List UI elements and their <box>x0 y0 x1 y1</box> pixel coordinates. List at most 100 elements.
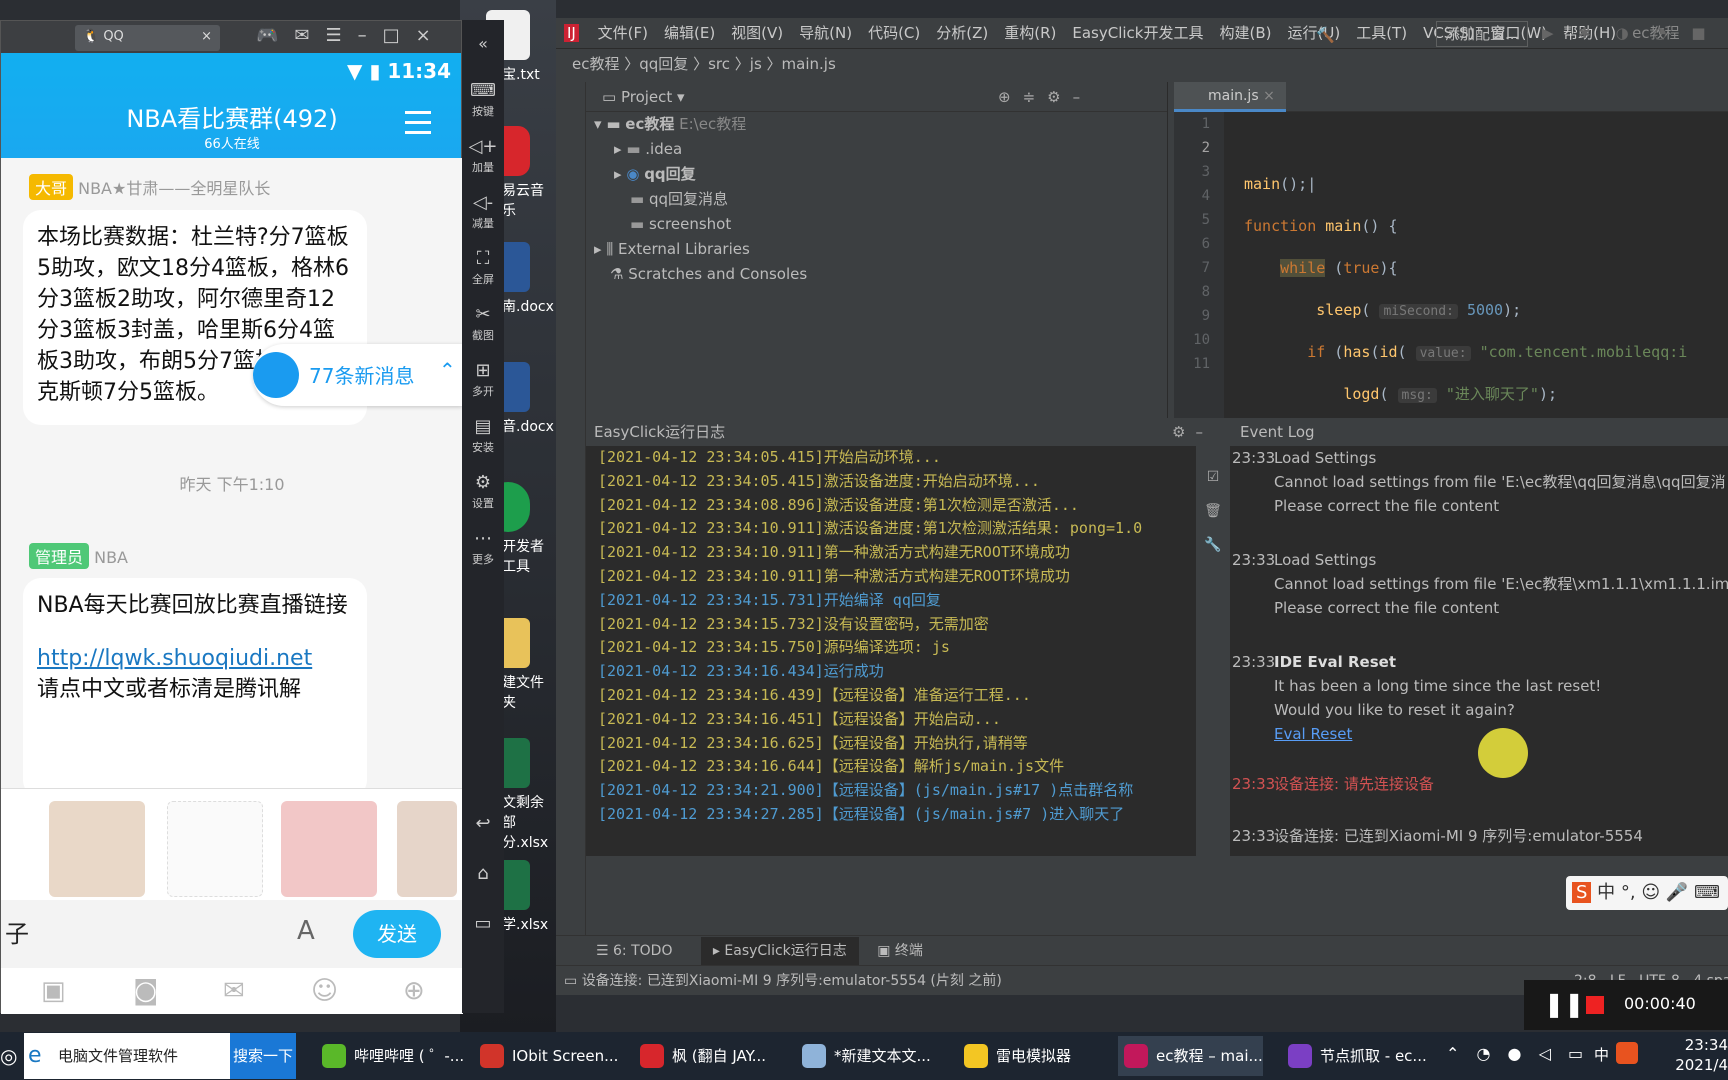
taskbar-item-ide[interactable]: ec教程 – mai... <box>1118 1036 1263 1076</box>
plus-icon[interactable]: ⊕ <box>403 976 425 1006</box>
menu-file[interactable]: 文件(F) <box>598 24 648 42</box>
tree-item[interactable]: ▬ qq回复消息 <box>586 187 1167 212</box>
log-side-tools: ☑ 🗑 🔧 <box>1196 446 1230 856</box>
log-line: [2021-04-12 23:34:05.415]激活设备进度:开始启动环境..… <box>598 471 1040 490</box>
side-tool-install[interactable]: ▤ 安装 <box>462 410 504 466</box>
tab-run-log[interactable]: ▸ EasyClick运行日志 <box>700 937 859 965</box>
recent-apps-icon[interactable]: ▭ <box>462 907 504 963</box>
ime-toolbar[interactable]: S 中 °, ☺ 🎤 ⌨ <box>1566 876 1728 910</box>
taskbar: ◎ e 电脑文件管理软件 搜索一下 哔哩哔哩 ( ゜-... IObit Scre… <box>0 1032 1728 1080</box>
run-log-header: EasyClick运行日志 ⚙– <box>586 418 1226 446</box>
taskbar-item-bilibili[interactable]: 哔哩哔哩 ( ゜-... <box>316 1036 464 1076</box>
folder-icon: ▬ <box>630 190 645 208</box>
side-tool-more[interactable]: ⋯ 更多 <box>462 522 504 578</box>
search-box[interactable]: e 电脑文件管理软件 <box>24 1033 230 1079</box>
side-tool-screenshot[interactable]: ✂ 截图 <box>462 298 504 354</box>
font-style-icon[interactable]: A <box>297 916 315 946</box>
event-log[interactable]: 23:33 Load Settings Cannot load settings… <box>1230 446 1728 856</box>
tab-terminal[interactable]: ▣ 终端 <box>877 943 923 959</box>
code-editor[interactable]: main.js × 1 2 3 4 5 6 7 8 9 10 11 main();| functio… <box>1174 82 1728 418</box>
taskbar-item-ide-2[interactable]: 节点抓取 - ec... <box>1282 1036 1427 1076</box>
folder-icon: ▬ <box>630 215 645 233</box>
gear-icon: ⚙ <box>474 472 492 493</box>
chat-area[interactable]: 大哥 NBA★甘肃——全明星队长 本场比赛数据：杜兰特?分7篮板5助攻，欧文18… <box>1 158 463 788</box>
message-bubble[interactable]: NBA每天比赛回放比赛直播链接 http://lqwk.shuoqiudi.ne… <box>23 578 367 788</box>
project-tool-icons[interactable]: ⊕≑⚙– <box>998 82 1092 112</box>
taskbar-item-iobit[interactable]: IObit Screen... <box>474 1036 618 1076</box>
bilibili-icon <box>322 1044 346 1068</box>
send-button[interactable]: 发送 <box>353 910 441 958</box>
taskbar-item-music[interactable]: 枫 (翻自 JAY... <box>634 1036 766 1076</box>
tree-item[interactable]: ▸ ▬ .idea <box>586 137 1167 162</box>
eval-reset-link[interactable]: Eval Reset <box>1274 722 1352 746</box>
build-icon[interactable]: 🔨 <box>1316 20 1335 50</box>
start-icon[interactable]: ◎ <box>0 1044 20 1068</box>
run-log[interactable]: [2021-04-12 23:34:05.415]开始启动环境... [2021-… <box>586 446 1226 856</box>
home-icon[interactable]: ⌂ <box>462 857 504 913</box>
log-line: [2021-04-12 23:34:10.911]第一种激活方式构建无ROOT环… <box>598 543 1070 562</box>
side-tool-multi[interactable]: ⊞ 多开 <box>462 354 504 410</box>
ime-indicator[interactable]: 中 <box>1594 1044 1609 1065</box>
taskbar-item-emulator[interactable]: 雷电模拟器 <box>958 1036 1071 1076</box>
emoji-icon[interactable]: ☺ <box>311 976 338 1006</box>
message-sender: 管理员 NBA <box>29 543 128 569</box>
tray-icons[interactable]: ⌃ ◔ ● ◁ ▭ <box>1446 1044 1589 1063</box>
sogou-icon[interactable] <box>1616 1042 1638 1064</box>
sticker[interactable] <box>281 801 377 897</box>
message-link[interactable]: http://lqwk.shuoqiudi.net <box>37 643 353 674</box>
screen-recorder: ❚❚ 00:00:40 <box>1524 980 1728 1030</box>
tab-todo[interactable]: ☰ 6: TODO <box>596 943 672 959</box>
sticker[interactable] <box>167 801 263 897</box>
log-actions[interactable]: ☑ 🗑 🔧 <box>1196 446 1230 562</box>
close-tab-icon[interactable]: × <box>201 29 212 44</box>
tree-item[interactable]: ▸ ◉ qq回复 <box>586 162 1167 187</box>
tree-item[interactable]: ▸ ⫼ External Libraries <box>586 237 1167 262</box>
sticker[interactable] <box>49 801 145 897</box>
menu-edit[interactable]: 编辑(E) <box>664 24 715 42</box>
recorder-icon <box>480 1044 504 1068</box>
menu-build[interactable]: 构建(B) <box>1220 24 1272 42</box>
new-messages-button[interactable]: 77条新消息 ⌃ <box>253 344 463 406</box>
group-title[interactable]: NBA看比赛群(492) <box>1 99 463 134</box>
project-panel: ▭ Project ▾ ⊕≑⚙– ▾ ▬ ec教程 E:\ec教程 ▸ ▬ .id… <box>586 82 1168 418</box>
collapse-icon[interactable]: « <box>462 20 504 74</box>
menu-easyclick[interactable]: EasyClick开发工具 <box>1072 24 1203 42</box>
taskbar-item-notepad[interactable]: *新建文本文... <box>796 1036 931 1076</box>
side-tool-vol-up[interactable]: ◁+ 加量 <box>462 130 504 186</box>
menu-code[interactable]: 代码(C) <box>868 24 920 42</box>
message-input[interactable]: 子 <box>1 910 261 958</box>
side-tool-settings[interactable]: ⚙ 设置 <box>462 466 504 522</box>
menu-refactor[interactable]: 重构(R) <box>1004 24 1056 42</box>
search-button[interactable]: 搜索一下 <box>230 1033 296 1079</box>
project-tree[interactable]: ▾ ▬ ec教程 E:\ec教程 ▸ ▬ .idea ▸ ◉ qq回复 ▬ qq… <box>586 112 1167 287</box>
camera-icon[interactable]: ◙ <box>133 976 158 1006</box>
tree-item[interactable]: ⚗ Scratches and Consoles <box>586 262 1167 287</box>
pause-icon[interactable]: ❚❚ <box>1544 990 1584 1018</box>
emulator-tab[interactable]: 🐧 QQ × <box>75 25 220 51</box>
side-tool-keys[interactable]: ⌨ 按键 <box>462 74 504 130</box>
tree-item[interactable]: ▬ screenshot <box>586 212 1167 237</box>
tab-main-js[interactable]: main.js × <box>1174 82 1286 112</box>
intellij-icon <box>1124 1044 1148 1068</box>
back-icon[interactable]: ↩ <box>462 807 504 863</box>
window-controls[interactable]: 🎮✉☰–□× <box>256 25 447 46</box>
scratches-icon: ⚗ <box>610 265 624 283</box>
event-title: IDE Eval Reset <box>1274 653 1397 671</box>
tree-root[interactable]: ▾ ▬ ec教程 E:\ec教程 <box>586 112 1167 137</box>
add-config-button[interactable]: 添加配置... <box>1436 21 1529 47</box>
clock[interactable]: 23:34 2021/4 <box>1672 1035 1728 1075</box>
side-tool-vol-down[interactable]: ◁- 减量 <box>462 186 504 242</box>
log-tool-icons[interactable]: ⚙– <box>1172 418 1213 446</box>
image-icon[interactable]: ▣ <box>41 976 66 1006</box>
menu-icon[interactable] <box>405 111 431 141</box>
menu-analyze[interactable]: 分析(Z) <box>936 24 988 42</box>
menu-navigate[interactable]: 导航(N) <box>799 24 852 42</box>
menu-tools[interactable]: 工具(T) <box>1356 24 1407 42</box>
stop-icon[interactable] <box>1586 996 1604 1014</box>
run-toolbar-icons[interactable]: ▶ ✱ ◑ ◔ ■ <box>1542 18 1716 48</box>
envelope-icon[interactable]: ✉ <box>223 976 245 1006</box>
side-tool-fullscreen[interactable]: ⛶ 全屏 <box>462 242 504 298</box>
menu-view[interactable]: 视图(V) <box>731 24 783 42</box>
code-content[interactable]: main();| function main() { while (true){… <box>1244 112 1687 418</box>
sticker[interactable] <box>397 801 457 897</box>
